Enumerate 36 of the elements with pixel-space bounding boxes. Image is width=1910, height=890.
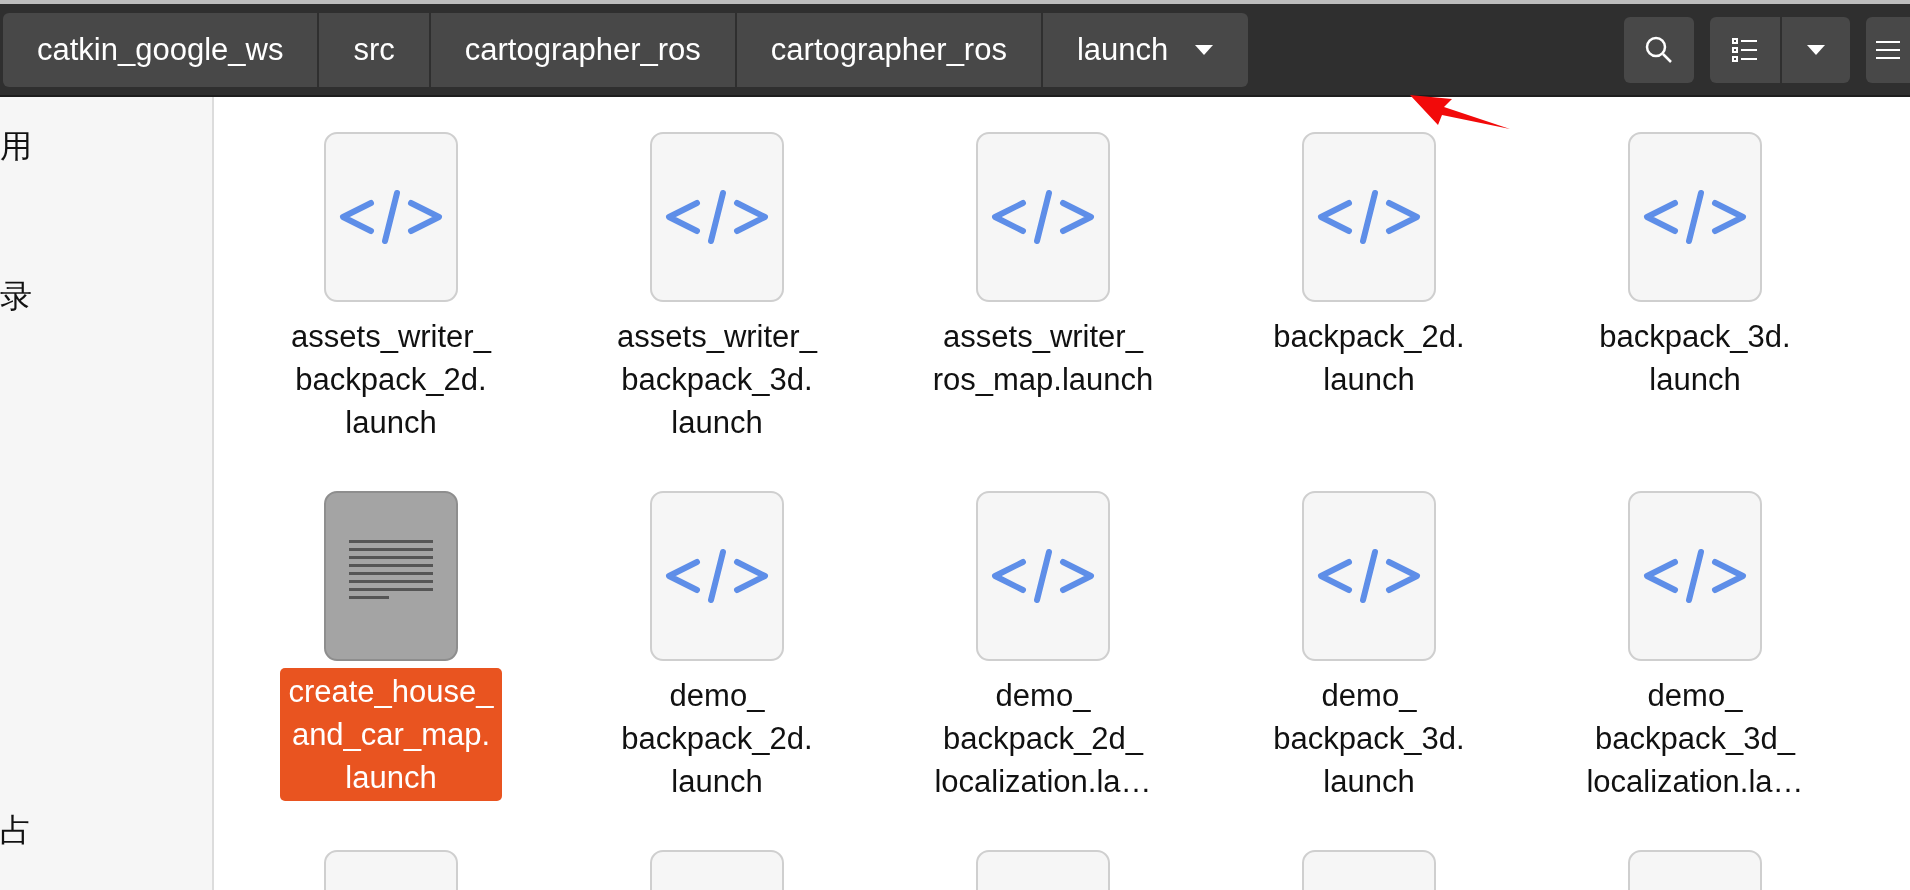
text-file-icon[interactable] bbox=[323, 490, 459, 662]
file-name[interactable]: demo_ backpack_2d_ localization.la… bbox=[926, 674, 1160, 803]
menu-icon bbox=[1876, 39, 1900, 60]
menu-button[interactable] bbox=[1866, 16, 1910, 83]
caret-icon bbox=[1194, 43, 1215, 56]
code-file-icon[interactable] bbox=[649, 131, 785, 303]
file-name[interactable]: assets_writer_ backpack_3d. launch bbox=[609, 315, 825, 444]
breadcrumb-button[interactable]: cartographer_ros bbox=[430, 12, 737, 87]
file-name[interactable]: backpack_3d. launch bbox=[1591, 315, 1799, 401]
breadcrumb-button[interactable]: cartographer_ros bbox=[736, 12, 1043, 87]
file-name[interactable]: assets_writer_ ros_map.launch bbox=[924, 315, 1162, 401]
breadcrumb-button[interactable]: src bbox=[319, 12, 431, 87]
code-file-icon[interactable] bbox=[649, 490, 785, 662]
file-name[interactable]: assets_writer_ backpack_2d. launch bbox=[283, 315, 499, 444]
search-button[interactable] bbox=[1624, 16, 1694, 83]
code-file-icon[interactable] bbox=[1301, 131, 1437, 303]
code-file-icon[interactable] bbox=[1301, 490, 1437, 662]
sidebar-item[interactable]: 录 bbox=[0, 275, 32, 319]
code-file-icon[interactable] bbox=[323, 131, 459, 303]
list-view-button[interactable] bbox=[1710, 16, 1780, 83]
search-icon bbox=[1644, 34, 1674, 65]
file-name[interactable]: create_house_ and_car_map. launch bbox=[280, 668, 502, 801]
code-file-icon[interactable] bbox=[975, 131, 1111, 303]
sidebar-item[interactable]: 用 bbox=[0, 125, 32, 169]
breadcrumb-button[interactable]: catkin_google_ws bbox=[3, 12, 320, 87]
breadcrumb-button[interactable]: launch bbox=[1042, 12, 1249, 87]
file-name[interactable]: demo_ backpack_2d. launch bbox=[613, 674, 821, 803]
file-name[interactable]: backpack_2d. launch bbox=[1265, 315, 1473, 401]
code-file-icon[interactable] bbox=[1627, 131, 1763, 303]
file-name[interactable]: demo_ backpack_3d. launch bbox=[1265, 674, 1473, 803]
list-icon bbox=[1732, 37, 1758, 62]
code-file-icon[interactable] bbox=[975, 490, 1111, 662]
caret-icon bbox=[1806, 43, 1826, 56]
file-name[interactable]: demo_ backpack_3d_ localization.la… bbox=[1578, 674, 1812, 803]
sidebar-item[interactable]: 占 bbox=[0, 809, 32, 853]
code-file-icon[interactable] bbox=[1627, 490, 1763, 662]
